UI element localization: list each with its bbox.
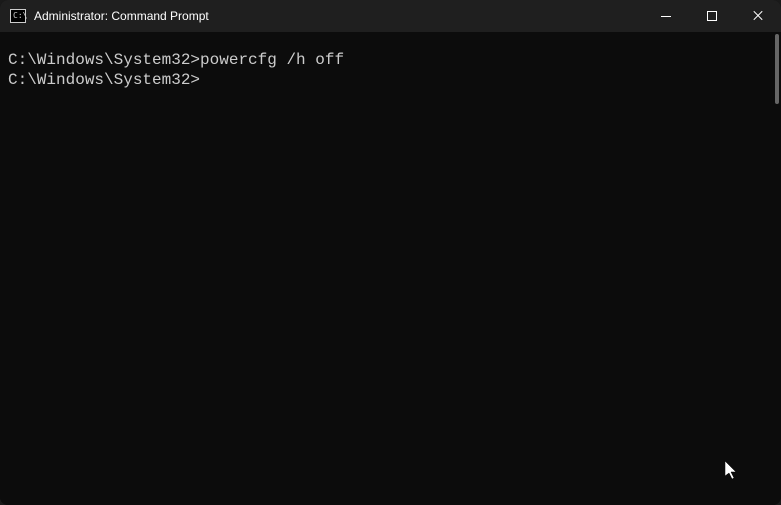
window-title: Administrator: Command Prompt xyxy=(34,9,209,23)
close-icon xyxy=(752,10,764,22)
minimize-icon xyxy=(661,16,671,17)
command-1: powercfg /h off xyxy=(200,51,344,69)
titlebar[interactable]: C:\ Administrator: Command Prompt xyxy=(0,0,781,32)
maximize-button[interactable] xyxy=(689,0,735,32)
window-controls xyxy=(643,0,781,32)
prompt-1: C:\Windows\System32> xyxy=(8,51,200,69)
titlebar-left: C:\ Administrator: Command Prompt xyxy=(10,9,209,23)
cmd-icon: C:\ xyxy=(10,9,26,23)
minimize-button[interactable] xyxy=(643,0,689,32)
close-button[interactable] xyxy=(735,0,781,32)
terminal-line-2: C:\Windows\System32> xyxy=(8,70,773,90)
scrollbar-thumb[interactable] xyxy=(775,34,779,104)
maximize-icon xyxy=(707,11,717,21)
prompt-2: C:\Windows\System32> xyxy=(8,71,200,89)
command-prompt-window: C:\ Administrator: Command Prompt C:\Win… xyxy=(0,0,781,505)
cmd-icon-text: C:\ xyxy=(13,12,27,20)
scrollbar[interactable] xyxy=(773,32,779,505)
terminal-line-1: C:\Windows\System32>powercfg /h off xyxy=(8,50,773,70)
terminal-body[interactable]: C:\Windows\System32>powercfg /h off C:\W… xyxy=(0,32,781,505)
